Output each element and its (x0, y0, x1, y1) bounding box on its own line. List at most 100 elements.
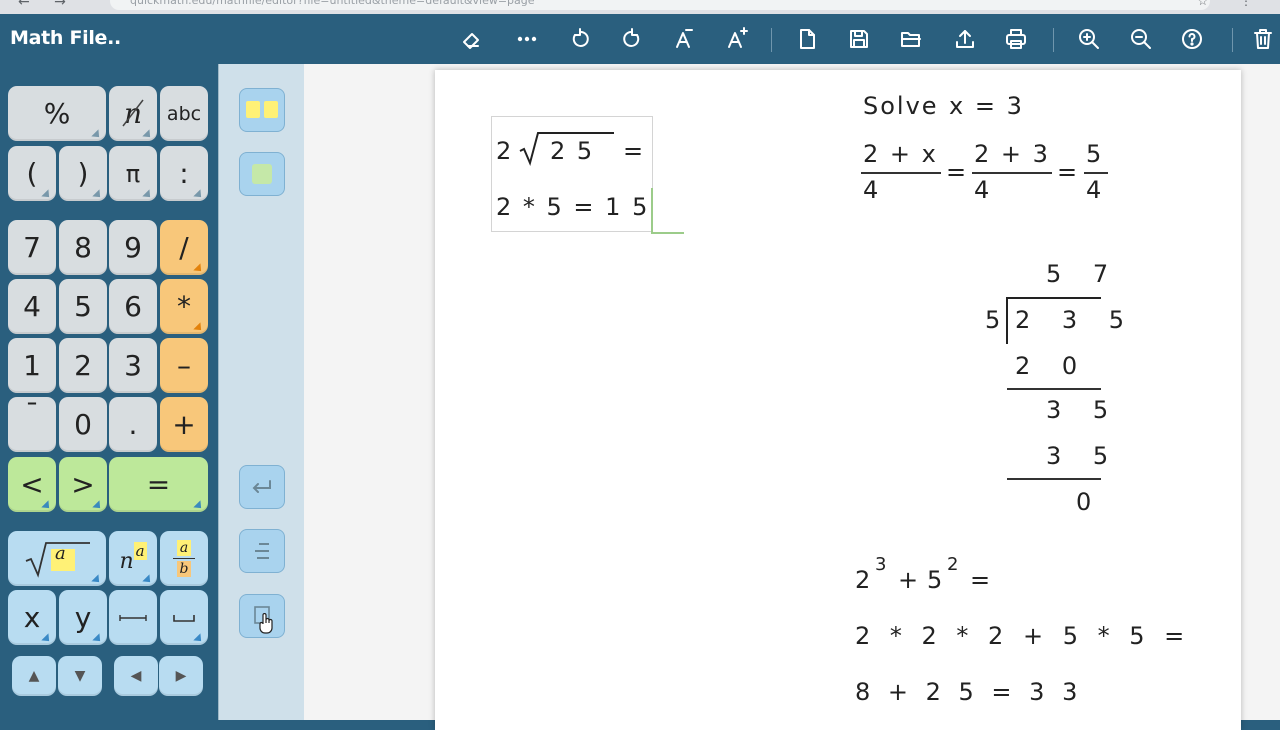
digit-1-key[interactable]: 1 (8, 338, 56, 393)
browser-extension-icons[interactable]: ☆ ⋮ (1197, 0, 1266, 8)
division-remainder: 0 (1076, 488, 1094, 516)
font-increase-icon (728, 27, 748, 48)
equals-sign: = (970, 566, 993, 594)
new-file-button[interactable] (790, 23, 824, 55)
digit-0-key[interactable]: 0 (59, 397, 107, 452)
eraser-button[interactable] (455, 23, 489, 55)
single-block-button[interactable] (239, 152, 285, 196)
box-button[interactable] (239, 594, 285, 638)
zoom-in-button[interactable] (1072, 23, 1106, 55)
upload-button[interactable] (948, 23, 982, 55)
key-label: ) (77, 157, 89, 190)
key-label: ( (26, 157, 38, 190)
minus-key[interactable]: – (160, 338, 208, 393)
zoom-out-icon (1131, 29, 1151, 49)
strike-n-key[interactable]: n (109, 86, 157, 141)
two-column-layout-button[interactable] (239, 88, 285, 132)
key-label: 1 (23, 349, 41, 382)
more-button[interactable] (510, 23, 544, 55)
variable-x-key[interactable]: x (8, 590, 56, 645)
divide-key[interactable]: / (160, 220, 208, 275)
digit-9-key[interactable]: 9 (109, 220, 157, 275)
decimal-key[interactable]: . (109, 397, 157, 452)
square-root-key[interactable]: a (8, 531, 106, 586)
more-options-indicator (92, 189, 104, 201)
digit-4-key[interactable]: 4 (8, 279, 56, 334)
worksheet-page[interactable]: 2 2 5 = 2 * 5 = 1 5 Solve x = 3 2 + x 4 … (435, 70, 1241, 730)
key-label: = (146, 468, 171, 501)
key-label: abc (166, 102, 202, 125)
key-label: : (179, 157, 189, 190)
more-options-indicator (142, 574, 154, 586)
key-label: x (23, 601, 41, 634)
worksheet-canvas[interactable]: 2 2 5 = 2 * 5 = 1 5 Solve x = 3 2 + x 4 … (304, 64, 1280, 730)
math-box-sqrt[interactable]: 2 2 5 = 2 * 5 = 1 5 (491, 116, 653, 232)
greater-than-key[interactable]: > (59, 457, 107, 512)
abc-key[interactable]: abc (160, 86, 208, 141)
digit-8-key[interactable]: 8 (59, 220, 107, 275)
enter-button[interactable] (239, 465, 285, 509)
digit-3-key[interactable]: 3 (109, 338, 157, 393)
subtraction-line (1007, 388, 1101, 390)
align-button[interactable] (239, 529, 285, 573)
equals-key[interactable]: = (109, 457, 208, 512)
fraction-bar (972, 172, 1052, 174)
print-icon (1006, 29, 1026, 49)
open-paren-key[interactable]: ( (8, 146, 56, 201)
print-button[interactable] (999, 23, 1033, 55)
pi-key[interactable]: π (109, 146, 157, 201)
digit-7-key[interactable]: 7 (8, 220, 56, 275)
key-label: 3 (124, 349, 142, 382)
digit-2-key[interactable]: 2 (59, 338, 107, 393)
font-decrease-button[interactable] (667, 23, 701, 55)
eraser-icon (463, 33, 479, 49)
cursor-down-key[interactable]: ▼ (58, 656, 102, 696)
enter-icon (252, 480, 271, 493)
horizontal-arrow-icon (119, 614, 147, 621)
plus-sign: + (898, 566, 921, 594)
power-key[interactable]: n a (109, 531, 157, 586)
fraction-denominator: 4 (863, 176, 881, 204)
browser-nav-arrows[interactable]: ← → (18, 0, 76, 10)
less-than-key[interactable]: < (8, 457, 56, 512)
open-folder-button[interactable] (894, 23, 928, 55)
save-button[interactable] (842, 23, 876, 55)
division-step: 3 5 (1046, 396, 1121, 424)
close-paren-key[interactable]: ) (59, 146, 107, 201)
variable-y-key[interactable]: y (59, 590, 107, 645)
delete-button[interactable] (1246, 23, 1280, 55)
space-key[interactable] (160, 590, 208, 645)
colon-key[interactable]: : (160, 146, 208, 201)
two-column-icon (246, 101, 278, 118)
help-icon (1182, 29, 1202, 49)
digit-5-key[interactable]: 5 (59, 279, 107, 334)
product-line[interactable]: 2 * 5 = 1 5 (496, 193, 649, 221)
app-title[interactable]: Math File.. (10, 27, 121, 49)
arrow-up-icon: ▲ (28, 668, 40, 684)
cursor-right-key[interactable]: ▶ (159, 656, 203, 696)
digit-6-key[interactable]: 6 (109, 279, 157, 334)
cursor-left-key[interactable]: ◀ (114, 656, 158, 696)
fraction-key[interactable]: a b (160, 531, 208, 586)
zoom-out-button[interactable] (1124, 23, 1158, 55)
expansion-line: 2 * 2 * 2 + 5 * 5 = (855, 622, 1191, 650)
help-button[interactable] (1175, 23, 1209, 55)
percent-key[interactable]: % (8, 86, 106, 141)
new-file-icon (800, 29, 815, 49)
radicand: 2 5 (550, 137, 595, 165)
font-increase-button[interactable] (720, 23, 754, 55)
key-label: y (74, 601, 92, 634)
solve-label: Solve (863, 92, 939, 120)
negative-key[interactable]: ¯ (8, 397, 56, 452)
redo-button[interactable] (615, 23, 649, 55)
undo-button[interactable] (563, 23, 597, 55)
multiply-key[interactable]: * (160, 279, 208, 334)
ellipsis-icon (517, 36, 537, 42)
horizontal-space-key[interactable] (109, 590, 157, 645)
key-label: 7 (23, 231, 41, 264)
key-label: a (55, 543, 66, 564)
address-bar[interactable]: quickmath.edu/mathfile/editor?file=untit… (110, 0, 1210, 10)
plus-key[interactable]: + (160, 397, 208, 452)
cursor-up-key[interactable]: ▲ (12, 656, 56, 696)
equals-sign: = (1057, 158, 1080, 186)
